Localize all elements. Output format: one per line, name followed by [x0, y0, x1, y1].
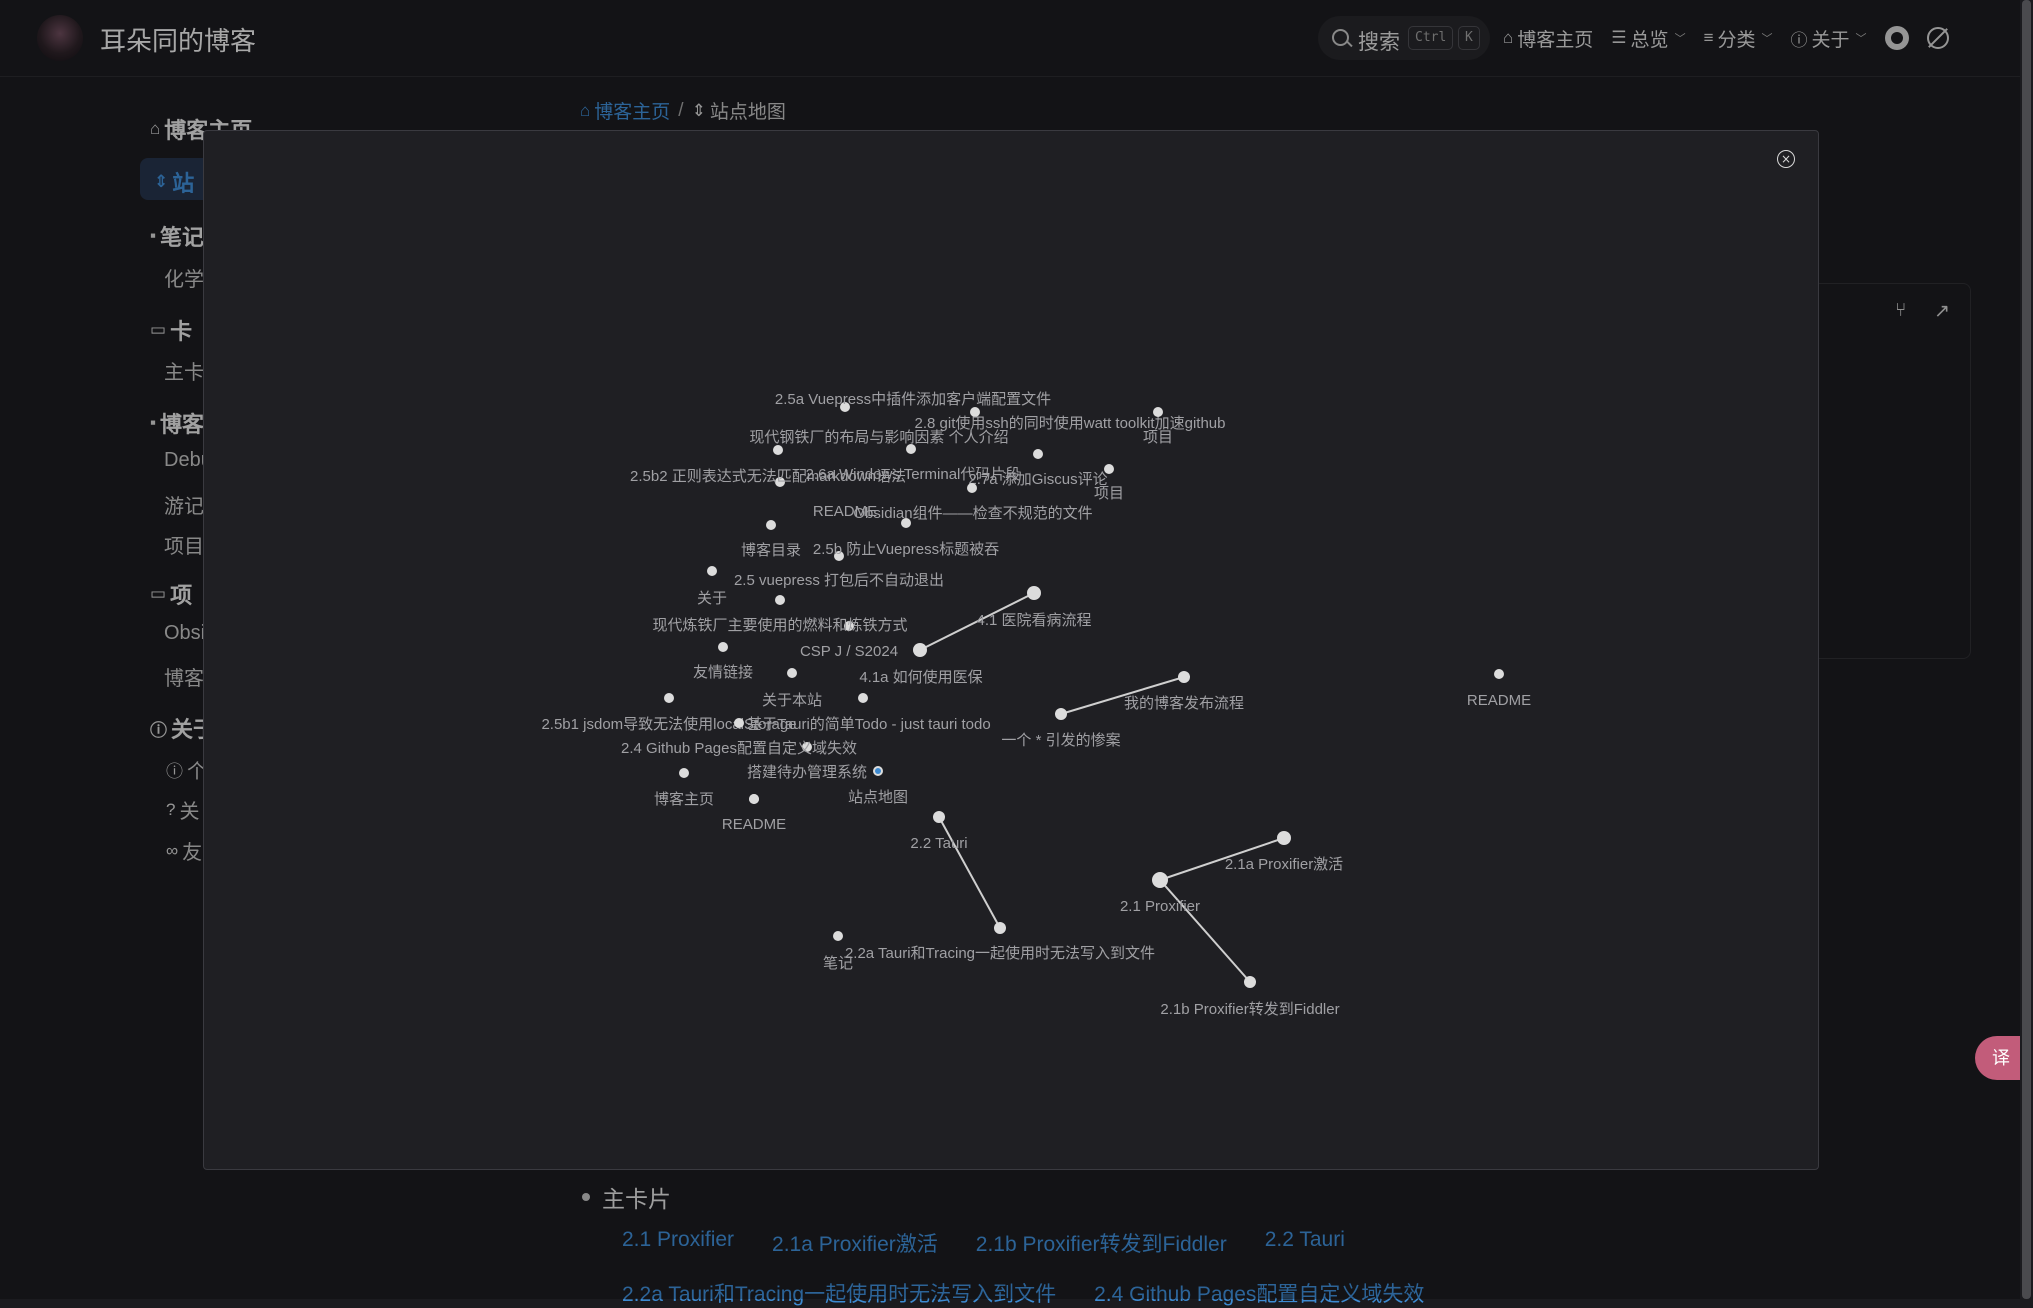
graph-node[interactable]: [766, 520, 776, 530]
scrollbar-thumb[interactable]: [2022, 0, 2031, 1299]
graph-link: [1159, 879, 1251, 983]
graph-node[interactable]: [1153, 407, 1163, 417]
graph-node-label: 4.1a 如何使用医保: [859, 669, 982, 686]
graph-node-label: 我的博客发布流程: [1124, 695, 1244, 712]
graph-node[interactable]: [707, 566, 717, 576]
graph-node[interactable]: [1244, 976, 1256, 988]
graph-node[interactable]: [718, 642, 728, 652]
graph-node-label: README: [722, 816, 786, 833]
graph-node-label: 关于: [697, 590, 727, 607]
graph-node[interactable]: [1104, 464, 1114, 474]
graph-node-label: 项目: [1143, 429, 1173, 446]
graph-node[interactable]: [787, 668, 797, 678]
graph-node[interactable]: [1178, 671, 1190, 683]
graph-node[interactable]: [664, 693, 674, 703]
graph-node[interactable]: [773, 445, 783, 455]
graph-node-label: 现代钢铁厂的布局与影响因素 个人介绍: [749, 429, 1008, 446]
graph-node[interactable]: [1055, 708, 1067, 720]
knowledge-graph[interactable]: 2.5a Vuepress中插件添加客户端配置文件2.8 git使用ssh的同时…: [0, 0, 2033, 1299]
graph-node-label: 2.2a Tauri和Tracing一起使用时无法写入到文件: [845, 945, 1155, 962]
graph-node-label: 2.5 vuepress 打包后不自动退出: [734, 572, 944, 589]
graph-node[interactable]: [1027, 586, 1041, 600]
graph-node-label: 博客目录: [741, 542, 801, 559]
graph-node-label: 一个 * 引发的惨案: [1001, 731, 1120, 749]
graph-node[interactable]: [913, 643, 927, 657]
graph-node-label: 2.1 Proxifier: [1120, 898, 1200, 915]
graph-node-label: CSP J / S2024: [800, 643, 898, 660]
graph-node[interactable]: [933, 811, 945, 823]
graph-node[interactable]: [967, 483, 977, 493]
graph-node-label: 2.5a Vuepress中插件添加客户端配置文件: [775, 391, 1051, 408]
graph-node[interactable]: [775, 595, 785, 605]
graph-node-label: 2.1b Proxifier转发到Fiddler: [1160, 1001, 1339, 1018]
graph-node-label: 4.1 医院看病流程: [976, 611, 1091, 629]
graph-node-label: 博客主页: [654, 791, 714, 808]
graph-node[interactable]: [833, 931, 843, 941]
graph-node-label: 2.1a Proxifier激活: [1225, 856, 1343, 873]
graph-node[interactable]: [679, 768, 689, 778]
graph-node-highlight: [875, 768, 881, 774]
graph-node[interactable]: [906, 444, 916, 454]
graph-node[interactable]: [858, 693, 868, 703]
graph-node[interactable]: [1494, 669, 1504, 679]
graph-node-label: 站点地图: [848, 789, 908, 806]
translate-icon: 译: [1992, 1048, 2010, 1068]
graph-node-label: 关于本站: [762, 692, 822, 709]
graph-node-label: 搭建待办管理系统: [747, 764, 867, 781]
graph-link: [938, 816, 1001, 929]
graph-node-label: README: [1467, 692, 1531, 709]
graph-node[interactable]: [734, 718, 744, 728]
graph-node-label: 2.2 Tauri: [910, 835, 967, 852]
graph-node[interactable]: [749, 794, 759, 804]
graph-node[interactable]: [994, 922, 1006, 934]
graph-node-label: 2.4 Github Pages配置自定义域失效: [621, 740, 857, 757]
graph-node-label: 2.7a 添加Giscus评论: [968, 471, 1107, 488]
graph-node[interactable]: [1152, 872, 1168, 888]
graph-node-label: Obsidian组件——检查不规范的文件: [853, 505, 1092, 522]
graph-node-label: 基于Tauri的简单Todo - just tauri todo: [747, 716, 990, 733]
graph-node-label: 现代炼铁厂主要使用的燃料和炼铁方式: [652, 616, 907, 634]
graph-node-label: 项目: [1094, 485, 1124, 502]
graph-node-label: 2.5b 防止Vuepress标题被吞: [813, 541, 999, 558]
graph-node[interactable]: [1033, 449, 1043, 459]
graph-node[interactable]: [1277, 831, 1291, 845]
graph-node-label: 友情链接: [693, 664, 753, 681]
